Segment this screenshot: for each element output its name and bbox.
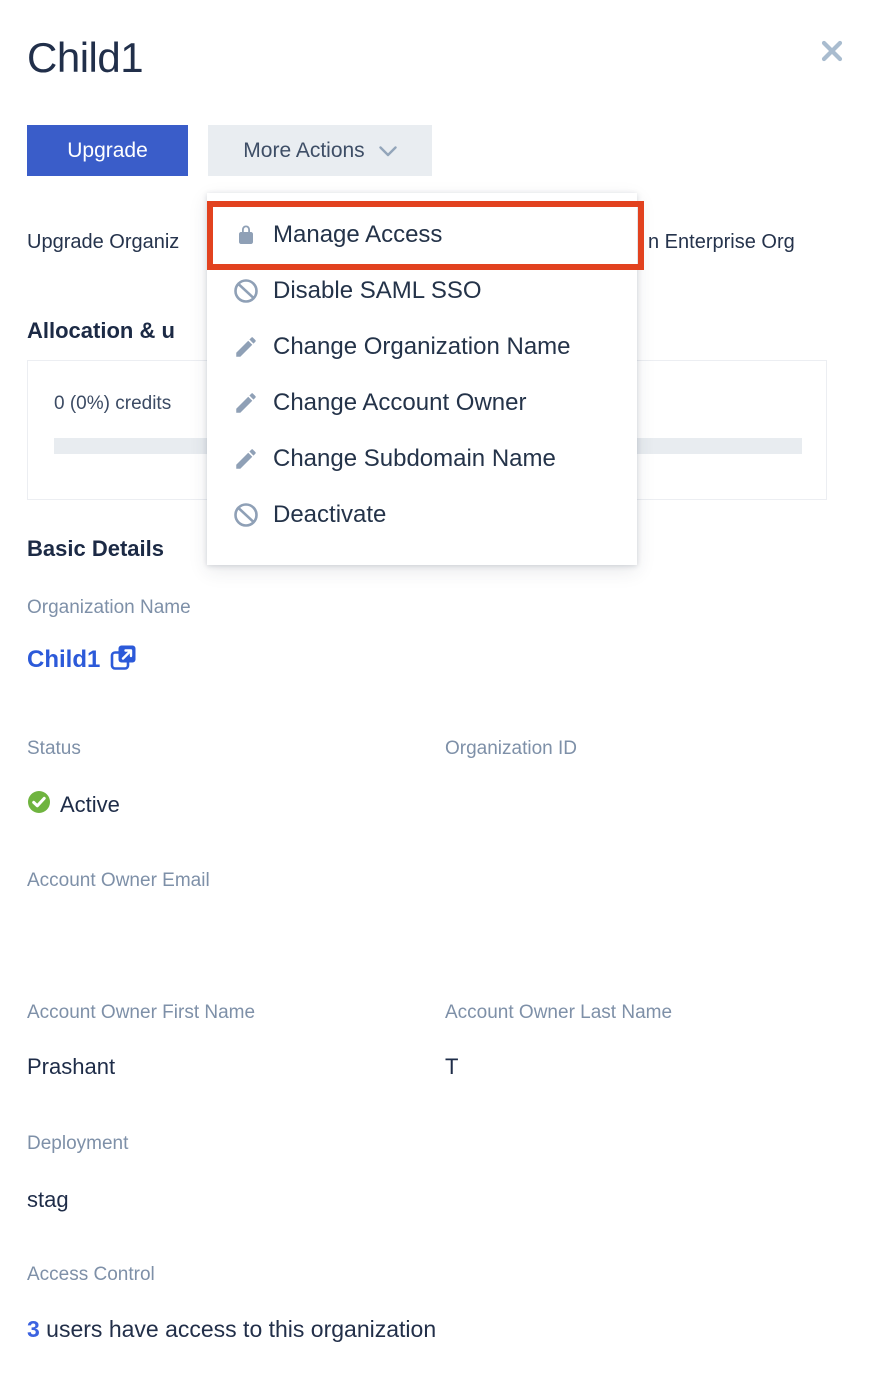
more-actions-label: More Actions [243, 139, 364, 163]
account-owner-first-name-label: Account Owner First Name [27, 1002, 255, 1024]
account-owner-email-label: Account Owner Email [27, 870, 210, 892]
menu-item-change-organization-name[interactable]: Change Organization Name [207, 319, 637, 375]
account-owner-last-name-label: Account Owner Last Name [445, 1002, 672, 1024]
upgrade-button[interactable]: Upgrade [27, 125, 188, 176]
menu-item-label: Change Subdomain Name [273, 445, 556, 473]
basic-details-heading: Basic Details [27, 536, 164, 562]
close-icon [819, 38, 845, 67]
block-icon [233, 278, 259, 304]
menu-item-change-subdomain-name[interactable]: Change Subdomain Name [207, 431, 637, 487]
status-value-row: Active [27, 790, 120, 819]
upgrade-note-left: Upgrade Organiz [27, 231, 179, 254]
status-label: Status [27, 738, 81, 760]
menu-item-change-account-owner[interactable]: Change Account Owner [207, 375, 637, 431]
chevron-down-icon [379, 139, 397, 163]
menu-item-label: Manage Access [273, 221, 442, 249]
organization-name-link[interactable]: Child1 [27, 646, 100, 674]
organization-name-label: Organization Name [27, 597, 191, 619]
credits-used-text: 0 (0%) credits [54, 393, 171, 415]
block-icon [233, 502, 259, 528]
deployment-label: Deployment [27, 1133, 128, 1155]
pencil-icon [233, 334, 259, 360]
pencil-icon [233, 390, 259, 416]
action-button-row: Upgrade More Actions [27, 125, 432, 176]
status-value: Active [60, 792, 120, 818]
pencil-icon [233, 446, 259, 472]
more-actions-button[interactable]: More Actions [208, 125, 432, 176]
menu-item-label: Change Organization Name [273, 333, 571, 361]
access-control-text: users have access to this organization [40, 1316, 436, 1342]
menu-item-label: Disable SAML SSO [273, 277, 482, 305]
organization-name-row: Child1 [27, 644, 137, 676]
account-owner-first-name-value: Prashant [27, 1054, 115, 1080]
account-owner-last-name-value: T [445, 1054, 458, 1080]
menu-item-disable-saml-sso[interactable]: Disable SAML SSO [207, 263, 637, 319]
allocation-usage-heading: Allocation & u [27, 318, 175, 344]
organization-id-label: Organization ID [445, 738, 577, 760]
lock-icon [233, 222, 259, 248]
menu-item-label: Change Account Owner [273, 389, 527, 417]
menu-item-manage-access[interactable]: Manage Access [207, 207, 637, 263]
close-button[interactable] [816, 36, 848, 68]
check-circle-icon [27, 790, 51, 819]
external-link-icon[interactable] [110, 644, 137, 676]
access-user-count-link[interactable]: 3 [27, 1316, 40, 1342]
organization-detail-modal: Child1 Upgrade More Actions Upgrade Orga… [0, 0, 890, 1382]
menu-item-label: Deactivate [273, 501, 386, 529]
page-title: Child1 [27, 34, 143, 82]
access-control-line: 3 users have access to this organization [27, 1316, 436, 1343]
menu-item-deactivate[interactable]: Deactivate [207, 487, 637, 543]
upgrade-note-right: n Enterprise Org [648, 231, 795, 254]
access-control-label: Access Control [27, 1264, 155, 1286]
deployment-value: stag [27, 1187, 69, 1213]
more-actions-menu: Manage Access Disable SAML SSO Change Or… [207, 193, 637, 565]
